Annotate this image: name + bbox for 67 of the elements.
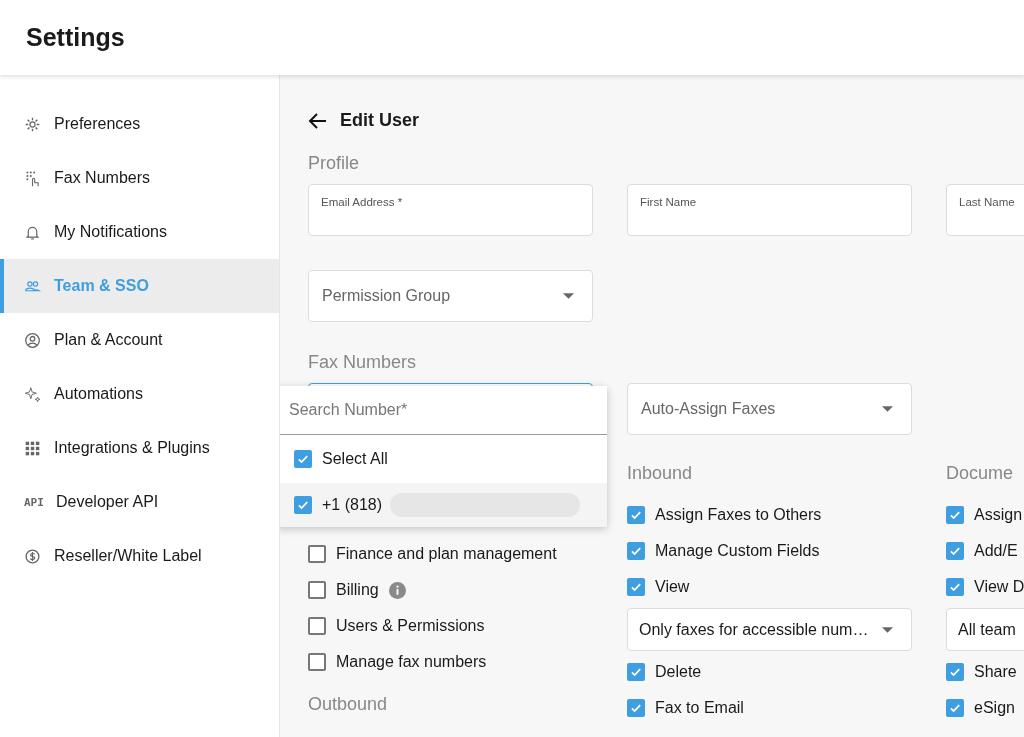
sidebar-item[interactable]: Plan & Account [0,313,279,367]
permission-checkbox[interactable]: Billing [308,572,593,608]
section-heading: Fax Numbers [308,352,418,373]
permission-checkbox[interactable]: Share [946,654,1024,690]
sidebar-item[interactable]: API Developer API [0,475,279,529]
checkbox[interactable] [627,506,645,524]
checkbox[interactable] [294,450,312,468]
gear-icon [24,115,41,133]
permission-checkbox[interactable]: View [627,569,912,605]
permission-checkbox[interactable]: Manage fax numbers [308,644,593,680]
checkbox[interactable] [627,542,645,560]
checkbox[interactable] [946,542,964,560]
text-field[interactable]: First Name [627,184,912,236]
sidebar-item[interactable]: Preferences [0,97,279,151]
checkbox[interactable] [627,663,645,681]
checkbox[interactable] [308,653,326,671]
checkbox[interactable] [627,699,645,717]
permission-checkbox[interactable]: Finance and plan management [308,536,593,572]
permission-checkbox[interactable]: View D [946,569,1024,605]
back-arrow-icon[interactable] [308,110,328,131]
dropdown-option[interactable]: Select All [280,435,607,483]
checkbox[interactable] [627,578,645,596]
section-title: Edit User [340,110,420,131]
caret-icon [563,293,574,299]
checkbox[interactable] [946,578,964,596]
caret-icon [882,406,893,412]
caret-icon [882,626,893,633]
dropdown-option[interactable]: +1 (818) [280,483,607,527]
group-heading: Outbound [308,694,389,716]
auto-assign-dropdown[interactable]: Auto-Assign Faxes [627,383,912,435]
sidebar-item[interactable]: My Notifications [0,205,279,259]
permission-group-dropdown[interactable]: Permission Group [308,270,593,322]
scope-dropdown[interactable]: Only faxes for accessible num… [627,608,912,651]
dollar-coin-icon [24,547,41,565]
sidebar-item[interactable]: Reseller/White Label [0,529,279,583]
permission-checkbox[interactable]: Manage Custom Fields [627,533,912,569]
checkbox[interactable] [308,545,326,563]
scope-dropdown[interactable]: All team [946,608,1024,651]
permission-checkbox[interactable]: Add/E [946,533,1024,569]
checkbox[interactable] [946,699,964,717]
checkbox[interactable] [308,581,326,599]
user-circle-icon [24,331,41,349]
text-field[interactable]: Email Address * [308,184,593,236]
permission-checkbox[interactable]: eSign [946,690,1024,726]
checkbox[interactable] [308,617,326,635]
search-field[interactable]: Search Number* [280,386,607,435]
sidebar-item[interactable]: Fax Numbers [0,151,279,205]
permission-checkbox[interactable]: Delete [627,654,912,690]
sparkle-icon [24,385,41,403]
checkbox[interactable] [294,496,312,514]
page-title: Settings [26,23,125,52]
permission-checkbox[interactable]: Users & Permissions [308,608,593,644]
group-heading: Docume [946,463,1015,485]
permission-checkbox[interactable]: Fax to Email [627,690,912,726]
sidebar-item[interactable]: Automations [0,367,279,421]
text-field[interactable]: Last Name [946,184,1024,236]
sidebar-item[interactable]: Integrations & Plugins [0,421,279,475]
section-heading: Profile [308,153,361,174]
api-icon: API [24,495,43,509]
info-icon[interactable] [388,581,406,599]
checkbox[interactable] [946,663,964,681]
grid-icon [24,439,41,457]
permission-checkbox[interactable]: Assign Faxes to Others [627,497,912,533]
keypad-icon [24,169,41,187]
group-heading: Inbound [627,463,694,485]
checkbox[interactable] [946,506,964,524]
permission-checkbox[interactable]: Assign [946,497,1024,533]
